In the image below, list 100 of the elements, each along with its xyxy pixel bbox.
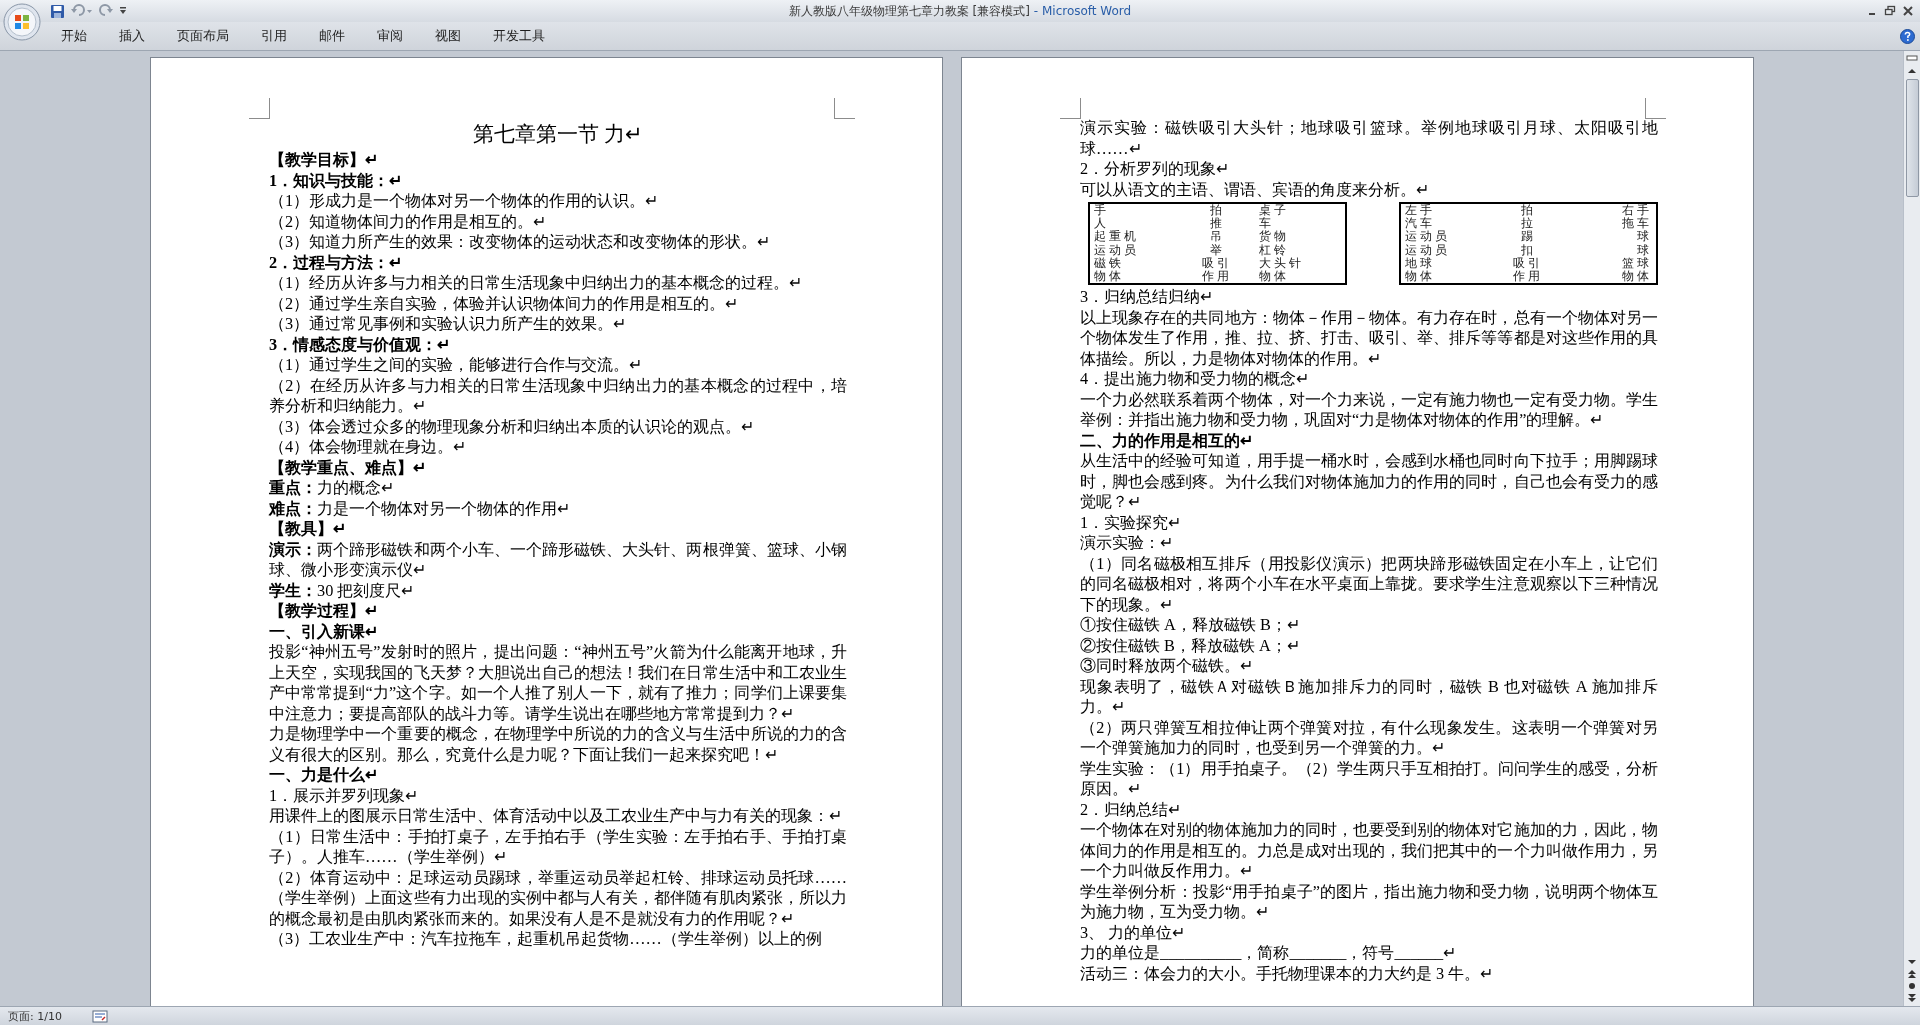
corner-mark (834, 98, 855, 119)
corner-mark (249, 98, 270, 119)
table-cell-text: 地球 (1405, 256, 1436, 270)
scroll-down-icon[interactable] (1907, 957, 1917, 967)
paragraph: 重点：力的概念↵ (269, 478, 395, 499)
table-cell-text: 货物 (1258, 230, 1290, 244)
paragraph: 力的单位是__________，简称_______，符号______↵ (1080, 943, 1458, 964)
table-cell-text: 磁铁 (1094, 256, 1125, 270)
paragraph: ①按住磁铁 A，释放磁铁 B；↵ (1080, 615, 1301, 636)
section-heading: 3．情感态度与价值观：↵ (269, 334, 452, 355)
paragraph: （1）形成力是一个物体对另一个物体的作用的认识。↵ (269, 191, 660, 212)
paragraph: ②按住磁铁 B，释放磁铁 A；↵ (1080, 635, 1301, 657)
paragraph: （1）日常生活中：手拍打桌子，左手拍右手（学生实验：左手拍右手、手拍打桌子）。人推车……（学生举例）↵ (269, 826, 847, 868)
previous-page-icon[interactable] (1907, 969, 1917, 979)
table-cell-text: 杠铃 (1258, 243, 1290, 257)
paragraph: 学生举例分析：投影“用手拍桌子”的图片，指出施力物和受力物，说明两个物体互为施力物，互为受力物。↵ (1080, 881, 1658, 923)
paragraph: 学生：30 把刻度尺↵ (269, 580, 416, 601)
paragraph: 用课件上的图展示日常生活中、体育活动中以及工农业生产中与力有关的现象：↵ (269, 806, 843, 827)
corner-mark (1645, 98, 1666, 119)
page-count[interactable]: 页面: 1/10 (8, 1008, 62, 1024)
ribbon-tab[interactable]: 视图 (422, 23, 474, 49)
paragraph: 演示实验：↵ (1080, 533, 1174, 554)
table-cell-text: 作用 (1512, 270, 1545, 284)
paragraph: 3．归纳总结归纳↵ (1080, 287, 1215, 308)
table-cell-text: 大头针 (1258, 256, 1305, 270)
table-cell-text: 物体 (1621, 270, 1652, 284)
table-cell-text: 举 (1209, 243, 1226, 257)
ribbon-tab[interactable]: 开发工具 (480, 23, 558, 49)
table-cell-text: 起重机 (1094, 230, 1140, 244)
section-heading: 【教学重点、难点】↵ (269, 457, 427, 478)
paragraph: 4．提出施力物和受力物的概念↵ (1080, 369, 1311, 390)
dropdown-icon[interactable] (119, 6, 127, 16)
section-heading: 2．过程与方法：↵ (269, 252, 404, 273)
paragraph: 1．展示并罗列现象↵ (269, 785, 420, 806)
proofing-icon[interactable] (91, 1009, 108, 1023)
table-cell-text: 球 (1636, 230, 1652, 244)
paragraph: 演示实验：磁铁吸引大头针；地球吸引篮球。举例地球吸引月球、太阳吸引地球……↵ (1080, 118, 1658, 159)
scroll-up-icon[interactable] (1907, 66, 1917, 76)
paragraph: 以上现象存在的共同地方：物体－作用－物体。有力存在时，总有一个物体对另一个物体发生了作用，推、拉、挤、打击、吸引、举、排斥等等都是对这些作用的具体描绘。所以，力是物体对物体的作用。↵ (1080, 307, 1658, 370)
help-icon[interactable] (1900, 28, 1915, 44)
app-name: - Microsoft Word (1033, 4, 1132, 18)
paragraph: （3）工农业生产中：汽车拉拖车，起重机吊起货物……（学生举例）以上的例 (269, 929, 823, 950)
paragraph: 1．实验探究↵ (1080, 512, 1183, 534)
ribbon-tab[interactable]: 插入 (106, 23, 158, 49)
table-cell-text: 右手 (1621, 204, 1652, 217)
vertical-scrollbar[interactable] (1903, 51, 1920, 1006)
ruler-toggle-icon[interactable] (1906, 53, 1918, 63)
paragraph: 一个力必然联系着两个物体，对一个力来说，一定有施力物也一定有受力物。学生举例：并指出施力物和受力物，巩固对“力是物体对物体的作用”的理解。↵ (1080, 389, 1658, 431)
paragraph: 一个物体在对别的物体施加力的同时，也要受到别的物体对它施加的力，因此，物体间力的作用是相互的。力总是成对出现的，我们把其中的一个力叫做作用力，另一个力叫做反作用力。↵ (1080, 820, 1658, 882)
restore-icon[interactable] (1884, 5, 1896, 17)
section-heading: 【教具】↵ (269, 519, 347, 540)
ribbon-tab[interactable]: 邮件 (306, 23, 358, 49)
ribbon-tab[interactable]: 开始 (48, 23, 100, 49)
table-cell-text: 物体 (1258, 270, 1290, 284)
table-cell-text: 车 (1258, 217, 1275, 230)
next-page-icon[interactable] (1907, 993, 1917, 1003)
paragraph: 学生实验：（1）用手拍桌子。（2）学生两只手互相拍打。问问学生的感受，分析原因。↵ (1080, 758, 1658, 800)
table-cell-text: 运动员 (1405, 230, 1451, 244)
paragraph: （4）体会物理就在身边。↵ (269, 437, 468, 458)
ribbon-tab[interactable]: 引用 (248, 23, 300, 49)
paragraph: 2．归纳总结↵ (1080, 799, 1183, 821)
table-cell-text: 吸引 (1512, 256, 1545, 270)
paragraph: 力是物理学中一个重要的概念，在物理学中所说的力的含义与生活中所说的力的含义有很大的区别。那么，究竟什么是力呢？下面让我们一起来探究吧！↵ (269, 724, 847, 765)
table-cell-text: 拍 (1520, 204, 1537, 217)
table-cell-text: 吸引 (1201, 256, 1234, 270)
table-cell-text: 踢 (1520, 230, 1537, 244)
paragraph: （2）体育运动中：足球运动员踢球，举重运动员举起杠铃、排球运动员托球……（学生举例）上面这些有力出现的实例中都与人有关，都伴随有肌肉紧张，所以力的概念最初是由肌肉紧张而来的。如果没有人是不是就没有力的作用呢？↵ (269, 867, 847, 929)
section-heading: 【教学过程】↵ (269, 601, 379, 622)
scroll-thumb[interactable] (1905, 79, 1919, 197)
paragraph: （3）体会透过众多的物理现象分析和归纳出本质的认识论的观点。↵ (269, 416, 756, 437)
document-title: 新人教版八年级物理第七章力教案 [兼容模式] (788, 4, 1030, 18)
paragraph: 从生活中的经验可知道，用手提一桶水时，会感到水桶也同时向下拉手；用脚踢球时，脚也会感到疼。为什么我们对物体施加力的作用的同时，自己也会有受力的感觉呢？↵ (1080, 451, 1658, 513)
table-cell-text: 物体 (1405, 270, 1436, 284)
table-cell-text: 运动员 (1094, 243, 1140, 257)
table-cell-text: 人 (1094, 217, 1109, 231)
ribbon-tab[interactable]: 页面布局 (164, 23, 242, 49)
paragraph: （2）知道物体间力的作用是相互的。↵ (269, 211, 548, 232)
section-heading: 【教学目标】↵ (269, 150, 379, 171)
table-cell-text: 作用 (1201, 270, 1234, 284)
paragraph: 难点：力是一个物体对另一个物体的作用↵ (269, 498, 571, 519)
table-cell-text: 扣 (1520, 243, 1537, 257)
browse-object-icon[interactable] (1907, 981, 1917, 991)
paragraph: （1）通过学生之间的实验，能够进行合作与交流。↵ (269, 355, 644, 376)
paragraph: （3）知道力所产生的效果：改变物体的运动状态和改变物体的形状。↵ (269, 232, 772, 253)
table-cell-text: 运动员 (1405, 243, 1451, 257)
section-heading: 二、力的作用是相互的↵ (1080, 430, 1254, 452)
close-icon[interactable] (1902, 5, 1914, 17)
section-heading: 一、力是什么↵ (269, 765, 379, 786)
table-cell-text: 手 (1094, 204, 1110, 217)
paragraph: 投影“神州五号”发射时的照片，提出问题：“神州五号”火箭为什么能离开地球，升上天空，实现我国的飞天梦？大胆说出自己的想法！我们在日常生活中和工农业生产中常常提到“力”这个字。如一个人推了别人一下，就有了推力；同学们上课要集中注意力；要提高部队的战斗力等。请学生说出在哪些地方常常提到力？↵ (269, 642, 847, 724)
document-heading: 第七章第一节 力↵ (471, 121, 645, 148)
paragraph: （2）通过学生亲自实验，体验并认识物体间力的作用是相互的。↵ (269, 293, 740, 314)
table-cell-text: 物体 (1094, 270, 1125, 284)
section-heading: 1．知识与技能：↵ (269, 170, 404, 191)
table-cell-text: 汽车 (1405, 217, 1436, 230)
corner-mark (1060, 98, 1081, 119)
save-icon[interactable] (50, 3, 65, 19)
paragraph: （3）通过常见事例和实验认识力所产生的效果。↵ (269, 314, 628, 335)
table-cell-text: 推 (1209, 217, 1226, 231)
ribbon-tab[interactable]: 审阅 (364, 23, 416, 49)
